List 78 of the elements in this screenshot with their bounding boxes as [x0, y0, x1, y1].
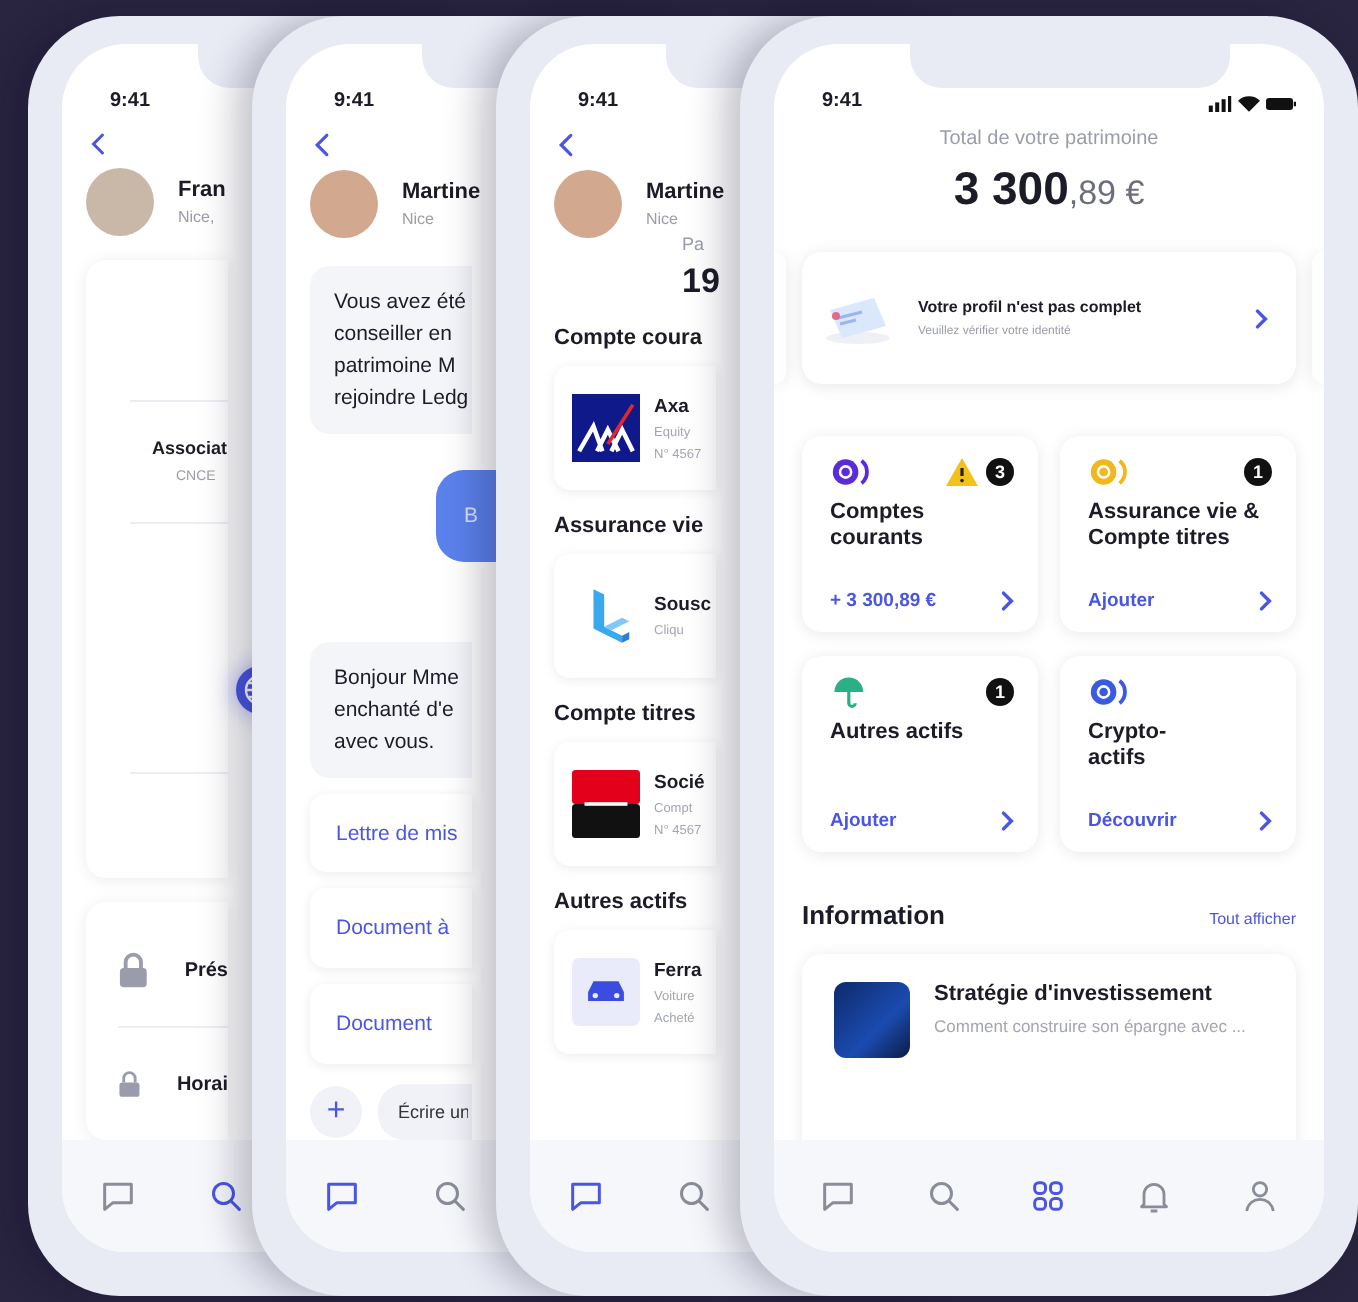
chevron-right-icon[interactable] [1254, 307, 1268, 329]
asset-card[interactable]: 1 Autres actifs Ajouter [802, 656, 1038, 852]
profile-icon[interactable] [1239, 1176, 1280, 1216]
received-message: Vous avez été conseiller en patrimoine M rejoindre Ledg [310, 265, 472, 434]
card-action[interactable]: Découvrir [1088, 810, 1177, 832]
battery-icon [1266, 96, 1296, 112]
document-link[interactable]: Document à [310, 888, 472, 969]
chevron-right-icon[interactable] [1258, 590, 1272, 612]
article-summary: Comment construire son épargne avec ... [934, 1014, 1246, 1040]
contact-name: Martine [402, 179, 481, 204]
asset-card[interactable]: 1 Assurance vie & Compte titres Ajouter [1060, 436, 1296, 632]
section-title: Assurance vie [554, 514, 706, 538]
card-action[interactable]: + 3 300,89 € [830, 590, 937, 612]
article-card[interactable]: Stratégie d'investissement Comment construire son épargne avec ... [802, 954, 1296, 1140]
chevron-right-icon[interactable] [1000, 810, 1014, 832]
status-time: 9:41 [110, 90, 151, 112]
asset-card[interactable]: 3 Comptes courants + 3 300,89 € [802, 436, 1038, 632]
row-label[interactable]: Horai [176, 1073, 228, 1095]
sent-message: B [436, 469, 496, 562]
search-icon[interactable] [206, 1176, 246, 1216]
signal-icon [1208, 96, 1232, 112]
count-badge: 1 [1244, 458, 1272, 486]
total-amount: 3 300,89 € [951, 162, 1147, 216]
avatar [310, 169, 378, 238]
article-title: Stratégie d'investissement [934, 982, 1214, 1006]
advisor-location: Nice, [178, 207, 217, 226]
card-action[interactable]: Ajouter [1088, 590, 1155, 612]
card-action[interactable]: Ajouter [830, 810, 897, 832]
detail-title: Associat [152, 438, 228, 459]
wifi-icon [1238, 96, 1260, 112]
avatar [86, 167, 154, 236]
section-title: Compte titres [554, 702, 698, 726]
row-label[interactable]: Prés [184, 959, 228, 981]
car-icon [572, 958, 640, 1026]
back-icon[interactable] [558, 132, 574, 158]
see-all-link[interactable]: Tout afficher [1209, 910, 1296, 928]
status-time: 9:41 [334, 90, 375, 112]
card-title: Assurance vie & Compte titres [1088, 500, 1262, 554]
add-button[interactable]: + [310, 1086, 362, 1139]
account-name: Sousc [654, 594, 712, 616]
total-label: Total de votre patrimoine [937, 128, 1161, 150]
section-title: Information [802, 900, 945, 930]
insurer-logo-icon [572, 394, 640, 462]
contact-location: Nice [646, 210, 681, 228]
banner-title: Votre profil n'est pas complet [918, 298, 1144, 316]
chevron-right-icon[interactable] [1000, 590, 1014, 612]
account-name: Ferra [654, 959, 702, 981]
section-title: Autres actifs [554, 890, 690, 914]
search-icon[interactable] [430, 1176, 470, 1216]
card-title: Crypto-actifs [1088, 720, 1169, 774]
photo-placeholder [834, 982, 910, 1058]
document-link[interactable]: Document [310, 984, 472, 1065]
chevron-right-icon[interactable] [1258, 810, 1272, 832]
lock-icon [118, 1066, 141, 1102]
section-title: Compte coura [554, 326, 704, 350]
advisor-name: Fran [178, 177, 226, 202]
asset-card[interactable]: Crypto-actifs Découvrir [1060, 656, 1296, 852]
account-name: Socié [654, 771, 705, 793]
back-icon[interactable] [314, 132, 330, 158]
lock-icon [118, 952, 149, 988]
received-message: Bonjour Mme enchanté d'e avec vous. [310, 641, 472, 778]
search-icon[interactable] [674, 1176, 714, 1216]
back-icon[interactable] [90, 132, 106, 156]
card-title: Autres actifs [830, 720, 966, 748]
contact-location: Nice [402, 209, 437, 228]
total-label: Pa [682, 234, 707, 254]
account-name: Axa [654, 395, 691, 417]
bank-logo-icon [572, 770, 640, 838]
count-badge: 1 [986, 678, 1014, 706]
avatar [554, 170, 622, 238]
count-badge: 3 [986, 458, 1014, 486]
status-time: 9:41 [578, 90, 619, 112]
status-time: 9:41 [822, 90, 863, 112]
total-value: 19 [682, 262, 716, 302]
card-title: Comptes courants [830, 500, 927, 554]
contact-name: Martine [646, 180, 725, 204]
grid-icon[interactable] [1028, 1176, 1069, 1216]
document-link[interactable]: Lettre de mis [310, 793, 472, 873]
